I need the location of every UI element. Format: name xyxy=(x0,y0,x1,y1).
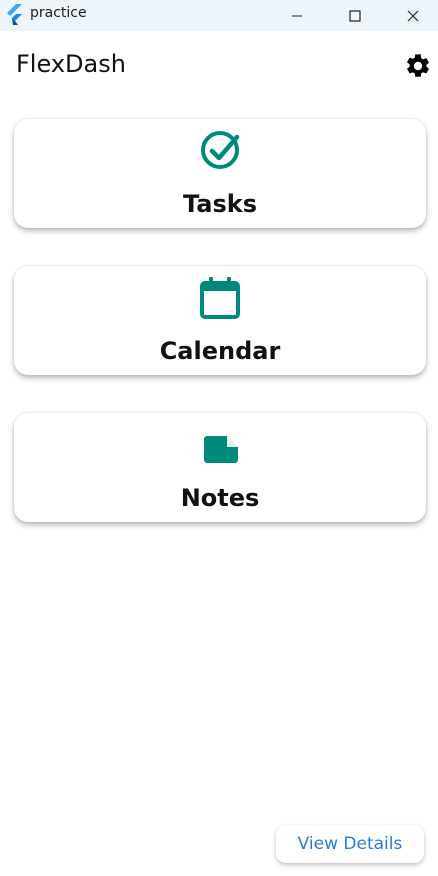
tasks-label: Tasks xyxy=(182,190,257,218)
window-title: practice xyxy=(30,5,87,21)
calendar-card[interactable]: Calendar xyxy=(14,266,426,375)
notes-label: Notes xyxy=(180,484,260,512)
app-title: FlexDash xyxy=(16,50,126,78)
minimize-button[interactable] xyxy=(274,0,320,31)
flutter-logo-icon xyxy=(7,4,22,25)
minimize-icon xyxy=(292,15,302,16)
maximize-button[interactable] xyxy=(332,0,378,31)
window-titlebar: practice xyxy=(0,0,438,31)
calendar-icon xyxy=(200,277,240,319)
calendar-label: Calendar xyxy=(159,337,281,365)
note-icon xyxy=(204,436,238,463)
close-button[interactable] xyxy=(390,0,436,31)
check-circle-icon xyxy=(201,131,240,169)
settings-gear-icon[interactable] xyxy=(404,52,432,80)
view-details-button[interactable]: View Details xyxy=(276,825,424,863)
tasks-card[interactable]: Tasks xyxy=(14,119,426,228)
maximize-icon xyxy=(349,9,361,22)
notes-card[interactable]: Notes xyxy=(14,413,426,522)
close-icon xyxy=(407,10,419,21)
